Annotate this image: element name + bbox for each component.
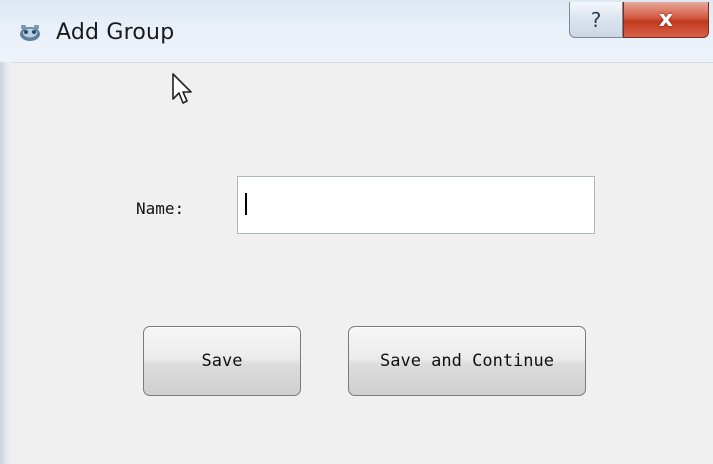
save-and-continue-button[interactable]: Save and Continue [348, 326, 586, 396]
window-border [0, 62, 12, 464]
save-button-label: Save [201, 351, 243, 371]
add-group-dialog: Add Group ? x Name: Save Save and Contin… [0, 0, 713, 464]
close-button[interactable]: x [623, 2, 709, 38]
name-input[interactable] [237, 176, 595, 234]
save-button[interactable]: Save [143, 326, 301, 396]
app-icon [20, 25, 40, 41]
title-bar[interactable]: Add Group ? x [0, 0, 713, 63]
mouse-pointer-icon [172, 73, 192, 104]
name-label: Name: [136, 199, 185, 218]
window-title: Add Group [56, 20, 175, 45]
help-icon: ? [590, 7, 602, 32]
close-icon: x [658, 7, 674, 32]
text-caret [245, 193, 247, 215]
save-and-continue-button-label: Save and Continue [380, 351, 554, 371]
help-button[interactable]: ? [569, 2, 623, 38]
